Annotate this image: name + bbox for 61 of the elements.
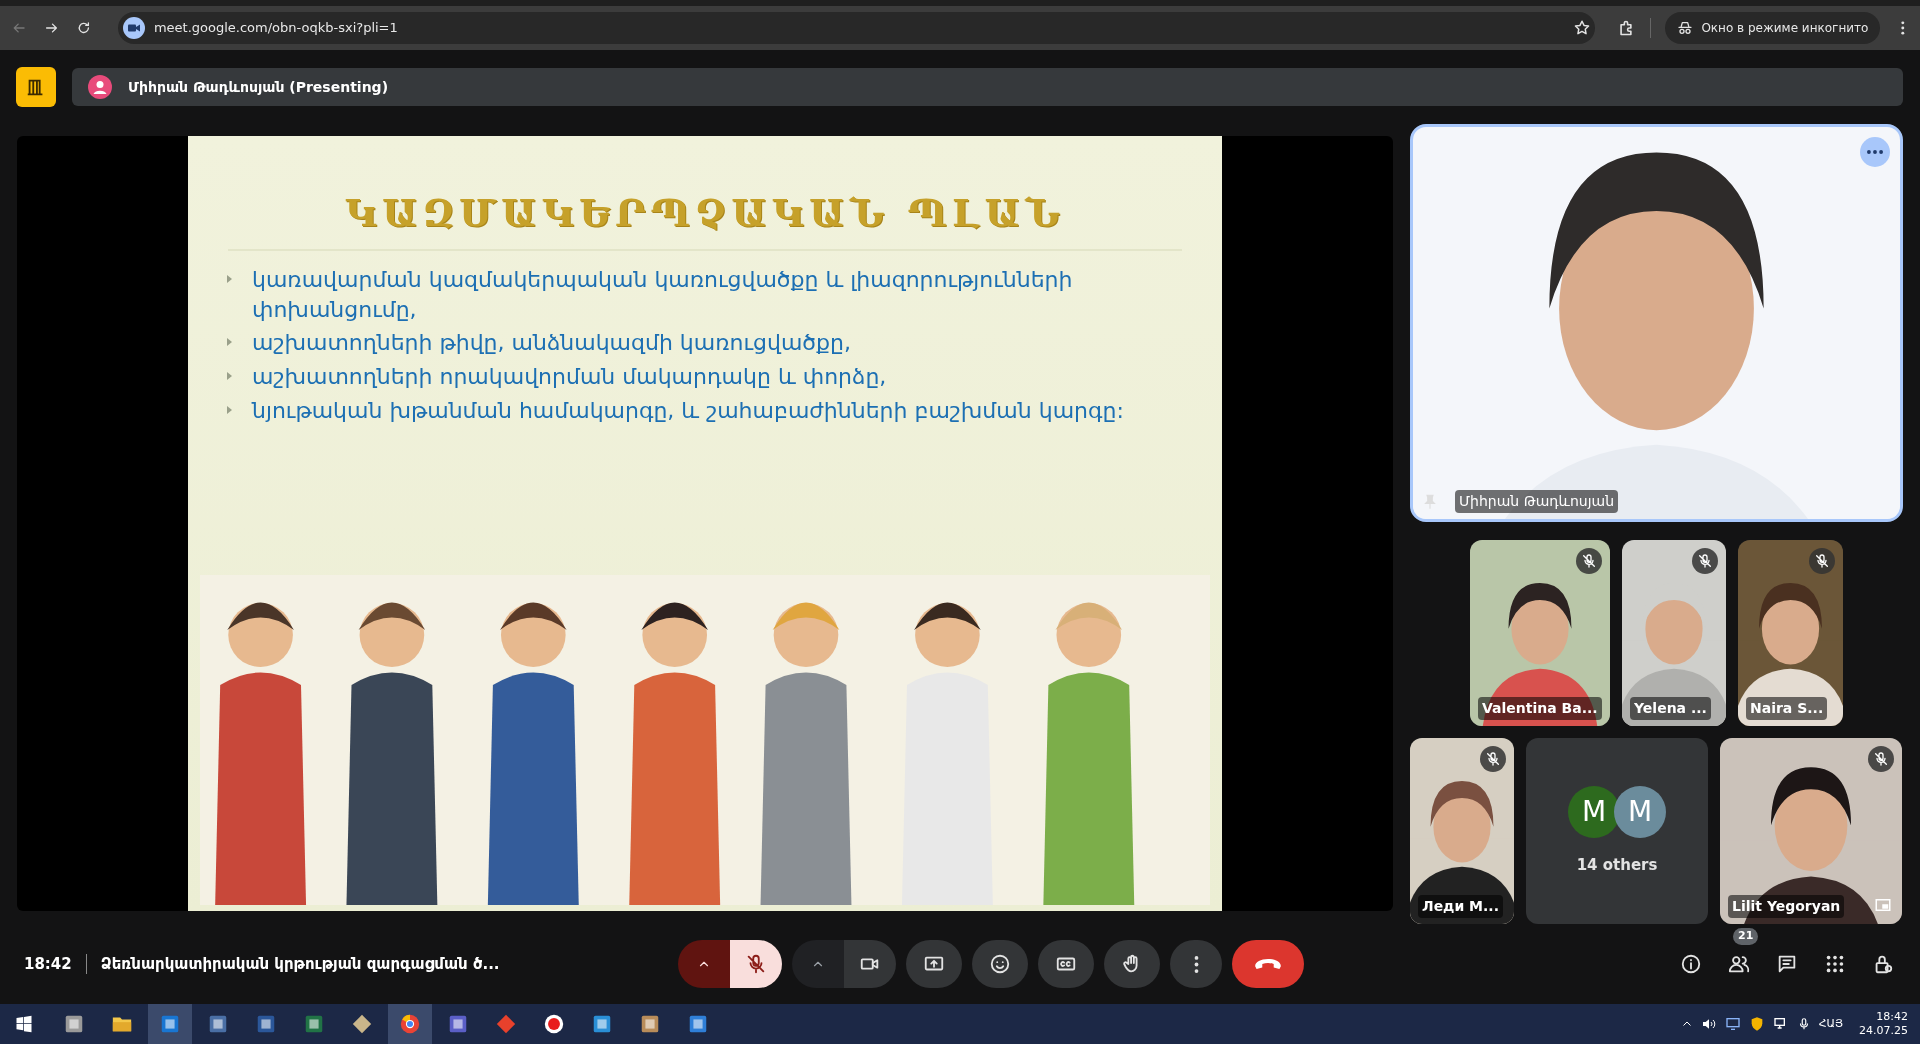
participant-name: Yelena ...	[1630, 697, 1711, 720]
info-icon	[1680, 953, 1702, 975]
frame-icon	[1874, 896, 1892, 914]
present-button[interactable]	[906, 940, 962, 988]
app-icon	[495, 1013, 517, 1035]
others-count: 14 others	[1576, 854, 1658, 876]
clock-date[interactable]: 24.07.25	[1859, 1024, 1908, 1038]
incognito-icon	[1677, 20, 1694, 36]
avatar-icon	[88, 75, 112, 99]
language-indicator[interactable]: ՀԱՅ	[1818, 1015, 1843, 1033]
url-text: meet.google.com/obn-oqkb-sxi?pli=1	[153, 19, 399, 38]
windows-icon	[15, 1015, 33, 1033]
app-icon	[303, 1013, 325, 1035]
raise-hand-button[interactable]	[1104, 940, 1160, 988]
slide-title: ԿԱԶՄԱԿԵՐՊՉԱԿԱՆ ՊԼԱՆ	[343, 189, 1066, 237]
camera-icon	[121, 16, 146, 40]
presenter-name: Միհրան Թադևոսյան (Presenting)	[128, 77, 389, 97]
microphone-button[interactable]	[730, 940, 782, 988]
app-icon	[447, 1013, 469, 1035]
app-icon	[255, 1013, 277, 1035]
people-icon	[1728, 953, 1750, 975]
app-icon	[351, 1013, 373, 1035]
participant-name: Леди М...	[1418, 895, 1503, 918]
bullet-text: նյութական խթանման համակարգը, և շահաբաժինների բաշխման կարգը:	[252, 396, 1124, 425]
avatar: M	[1614, 785, 1666, 838]
forward-icon[interactable]	[43, 20, 60, 36]
more-icon	[1867, 150, 1883, 154]
bullet-text: աշխատողների թիվը, անձնակազմի կառուցվածքը,	[252, 329, 851, 358]
app-icon	[159, 1013, 181, 1035]
app-icon	[591, 1013, 613, 1035]
incognito-chip[interactable]: Окно в режиме инкогнито	[1665, 12, 1881, 44]
meeting-time: 18:42	[24, 953, 72, 975]
meeting-title: Ձեռնարկատիրական կրթության զարգացման ծ...	[100, 953, 500, 975]
bullet-text: աշխատողների որակավորման մակարդակը և փորձը,	[252, 363, 887, 392]
muted-mic-icon	[745, 953, 767, 975]
kebab-menu-icon	[1193, 955, 1199, 973]
emoji-button[interactable]	[972, 940, 1028, 988]
smiley-icon	[989, 953, 1011, 975]
app-icon	[207, 1013, 229, 1035]
app-icon	[63, 1013, 85, 1035]
chat-icon	[1776, 953, 1798, 975]
app-icon	[687, 1013, 709, 1035]
address-bar[interactable]: meet.google.com/obn-oqkb-sxi?pli=1	[117, 12, 1595, 44]
camera-button[interactable]	[844, 940, 896, 988]
meet-logo	[16, 67, 56, 107]
hang-up-icon	[1255, 959, 1281, 969]
participant-name: Lilit Yegoryan	[1728, 895, 1845, 918]
app-icon	[399, 1013, 421, 1035]
end-call-button[interactable]	[1232, 940, 1304, 988]
participant-name: Միհրան Թադևոսյան	[1455, 490, 1619, 513]
captions-button[interactable]	[1038, 940, 1094, 988]
app-icon	[639, 1013, 661, 1035]
grid-icon	[1824, 953, 1846, 975]
app-icon	[543, 1013, 565, 1035]
clock-time[interactable]: 18:42	[1876, 1010, 1908, 1024]
participant-name: Valentina Ba...	[1478, 697, 1602, 720]
participant-name: Naira S...	[1746, 697, 1828, 720]
star-icon	[1572, 19, 1591, 37]
reload-icon[interactable]	[76, 20, 92, 36]
participant-count: 21	[1733, 928, 1759, 945]
monitor-icon[interactable]	[1724, 1016, 1741, 1032]
